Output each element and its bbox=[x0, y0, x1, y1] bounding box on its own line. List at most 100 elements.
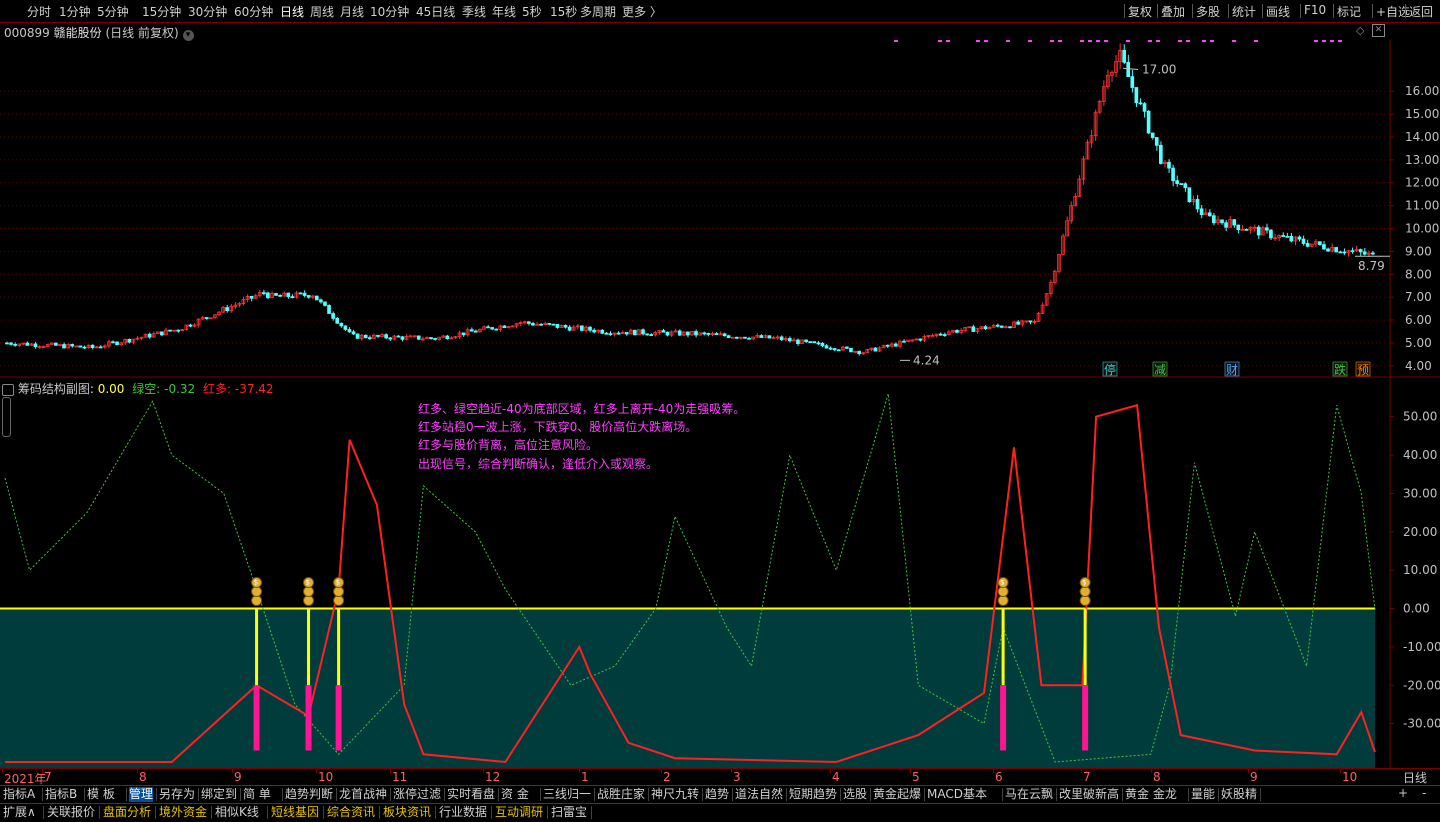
candle bbox=[983, 325, 988, 331]
period-tab[interactable]: 30分钟 bbox=[188, 3, 227, 20]
indicator-tab[interactable]: 龙首战神 bbox=[339, 787, 387, 802]
indicator-tab[interactable]: 道法自然 bbox=[735, 787, 783, 802]
candle bbox=[612, 332, 617, 337]
tool-button[interactable]: F10 bbox=[1304, 3, 1326, 17]
event-badge[interactable]: 减 bbox=[1152, 361, 1168, 377]
info-tab[interactable]: 短线基因 bbox=[271, 805, 319, 820]
indicator-tab[interactable]: 改里破新高 bbox=[1059, 787, 1119, 802]
signal-dot bbox=[1330, 40, 1334, 42]
candle bbox=[1020, 319, 1025, 327]
period-tab[interactable]: 1分钟 bbox=[59, 3, 91, 20]
indicator-tab[interactable]: 神尺九转 bbox=[651, 787, 699, 802]
period-tab[interactable]: 多周期 bbox=[580, 3, 616, 20]
candle bbox=[690, 331, 694, 336]
candle bbox=[1158, 141, 1163, 165]
indicator-tab[interactable]: MACD基本 bbox=[927, 787, 987, 802]
add-icon[interactable]: + bbox=[1398, 786, 1408, 800]
indicator-tab[interactable]: 绑定到 bbox=[201, 787, 237, 802]
indicator-tab[interactable]: 模 板 bbox=[87, 787, 115, 802]
indicator-tab[interactable]: 量能 bbox=[1191, 787, 1215, 802]
signal-dot bbox=[1338, 40, 1342, 42]
period-tab[interactable]: 月线 bbox=[340, 3, 364, 20]
indicator-tab[interactable]: 实时看盘 bbox=[447, 787, 495, 802]
candle bbox=[1334, 246, 1339, 253]
candle bbox=[747, 336, 751, 340]
event-badge[interactable]: 跌 bbox=[1332, 361, 1348, 377]
indicator-tab[interactable]: 资 金 bbox=[501, 787, 529, 802]
candle bbox=[319, 298, 323, 304]
info-tab[interactable]: 盘面分析 bbox=[103, 805, 151, 820]
indicator-tab[interactable]: 妖股精 bbox=[1221, 787, 1257, 802]
candle bbox=[812, 341, 817, 344]
period-tab[interactable]: 15分钟 bbox=[142, 3, 181, 20]
info-tab[interactable]: 关联报价 bbox=[47, 805, 95, 820]
indicator-tab[interactable]: 黄金起爆 bbox=[873, 787, 921, 802]
indicator-tab[interactable]: 另存为 bbox=[159, 787, 195, 802]
divider bbox=[840, 788, 841, 801]
period-label[interactable]: 日线 bbox=[1390, 769, 1440, 785]
indicator-tab[interactable]: 指标A bbox=[3, 787, 35, 802]
candle bbox=[620, 330, 625, 334]
signal-dot bbox=[1006, 40, 1010, 42]
tool-button[interactable]: 统计 bbox=[1232, 3, 1256, 20]
event-badge[interactable]: 停 bbox=[1102, 361, 1118, 377]
minus-icon[interactable]: - bbox=[1422, 786, 1426, 800]
high-price-label: 17.00 bbox=[1142, 62, 1176, 76]
period-tab[interactable]: 45日线 bbox=[416, 3, 455, 20]
tool-button[interactable]: 返回 bbox=[1409, 3, 1433, 20]
info-tab[interactable]: 境外资金 bbox=[159, 805, 207, 820]
candle bbox=[743, 336, 747, 339]
indicator-tab[interactable]: 黄金 金龙 bbox=[1125, 787, 1177, 802]
close-icon[interactable]: ✕ bbox=[1372, 24, 1385, 37]
candle bbox=[437, 336, 441, 341]
candle bbox=[335, 316, 340, 324]
tool-button[interactable]: 画线 bbox=[1266, 3, 1290, 20]
info-tab[interactable]: 相似K线 bbox=[215, 805, 259, 820]
tool-button[interactable]: 叠加 bbox=[1161, 3, 1185, 20]
period-tab[interactable]: 分时 bbox=[27, 3, 51, 20]
info-tab[interactable]: 板块资讯 bbox=[383, 805, 431, 820]
tool-button[interactable]: 标记 bbox=[1337, 3, 1361, 20]
info-tab[interactable]: 扫雷宝 bbox=[551, 805, 587, 820]
event-badge[interactable]: 财 bbox=[1224, 361, 1240, 377]
period-tab[interactable]: 5秒 bbox=[522, 3, 542, 20]
candle bbox=[1260, 225, 1265, 236]
period-tab[interactable]: 年线 bbox=[492, 3, 516, 20]
indicator-chart[interactable]: 50.00 40.00 30.00 20.00 10.00 0.00 -10.00 -20.0… bbox=[0, 378, 1440, 768]
period-tab[interactable]: 15秒 bbox=[550, 3, 577, 20]
indicator-tab[interactable]: 趋势判断 bbox=[285, 787, 333, 802]
indicator-tab[interactable]: 选股 bbox=[843, 787, 867, 802]
indicator-tab[interactable]: 简 单 bbox=[243, 787, 271, 802]
tool-button[interactable]: 多股 bbox=[1196, 3, 1220, 20]
period-tab[interactable]: 更多 〉 bbox=[622, 3, 662, 20]
divider bbox=[1002, 788, 1003, 801]
period-tab[interactable]: 5分钟 bbox=[97, 3, 129, 20]
event-badge[interactable]: 预 bbox=[1355, 361, 1371, 377]
info-tab[interactable]: 行业数据 bbox=[439, 805, 487, 820]
indicator-tab[interactable]: 指标B bbox=[45, 787, 77, 802]
indicator-tab[interactable]: 马在云飘 bbox=[1005, 787, 1053, 802]
indicator-tab[interactable]: 管理 bbox=[129, 787, 154, 802]
info-tab[interactable]: 综合资讯 bbox=[327, 805, 375, 820]
indicator-tab[interactable]: 趋势 bbox=[705, 787, 729, 802]
indicator-tab[interactable]: 短期趋势 bbox=[789, 787, 837, 802]
period-tab[interactable]: 日线 bbox=[280, 3, 304, 20]
period-tab[interactable]: 周线 bbox=[310, 3, 334, 20]
period-tab[interactable]: 10分钟 bbox=[370, 3, 409, 20]
price-chart[interactable]: 16.00 15.00 14.00 13.00 12.00 11.00 10.00 9.00 8… bbox=[0, 40, 1440, 378]
candle bbox=[306, 294, 311, 299]
candle bbox=[1346, 249, 1351, 257]
candle bbox=[796, 338, 800, 346]
indicator-tab[interactable]: 战胜庄家 bbox=[597, 787, 645, 802]
indicator-tab[interactable]: 三线归一 bbox=[543, 787, 591, 802]
period-tab[interactable]: 季线 bbox=[462, 3, 486, 20]
candle bbox=[951, 329, 955, 334]
info-tab[interactable]: 互动调研 bbox=[495, 805, 543, 820]
info-tab[interactable]: 扩展∧ bbox=[3, 805, 36, 820]
indicator-tab[interactable]: 涨停过滤 bbox=[393, 787, 441, 802]
tool-button[interactable]: 复权 bbox=[1128, 3, 1152, 20]
candle bbox=[416, 335, 421, 341]
diamond-icon[interactable]: ◇ bbox=[1356, 24, 1364, 37]
divider bbox=[498, 788, 499, 801]
period-tab[interactable]: 60分钟 bbox=[234, 3, 273, 20]
